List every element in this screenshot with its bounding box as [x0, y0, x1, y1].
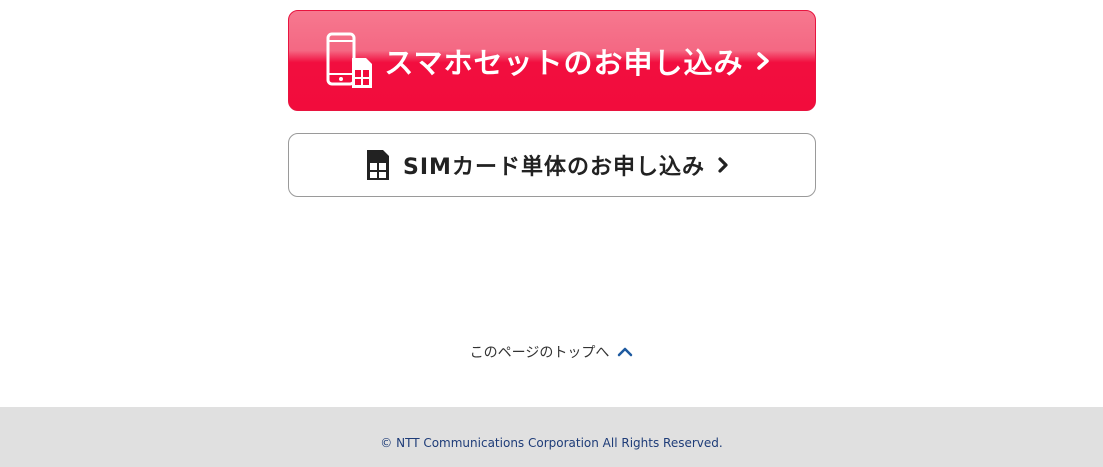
chevron-right-icon: [756, 51, 769, 70]
smartphone-set-apply-label: スマホセットのお申し込み: [384, 45, 744, 80]
page-top-label: このページのトップへ: [469, 345, 610, 361]
page: スマホセットのお申し込み SIMカード単体のお申し込み このページのトップへ ©…: [0, 0, 1103, 467]
chevron-up-icon: [618, 347, 633, 357]
sim-card-icon: [367, 150, 390, 180]
copyright-text: © NTT Communications Corporation All Rig…: [380, 436, 723, 450]
footer: © NTT Communications Corporation All Rig…: [0, 407, 1103, 467]
chevron-right-icon: [718, 157, 728, 173]
smartphone-set-apply-button[interactable]: スマホセットのお申し込み: [288, 10, 816, 111]
page-top-link[interactable]: このページのトップへ: [0, 340, 1103, 364]
sim-only-apply-label: SIMカード単体のお申し込み: [403, 155, 705, 180]
smartphone-sim-icon: [326, 32, 373, 88]
sim-only-apply-button[interactable]: SIMカード単体のお申し込み: [288, 133, 816, 197]
